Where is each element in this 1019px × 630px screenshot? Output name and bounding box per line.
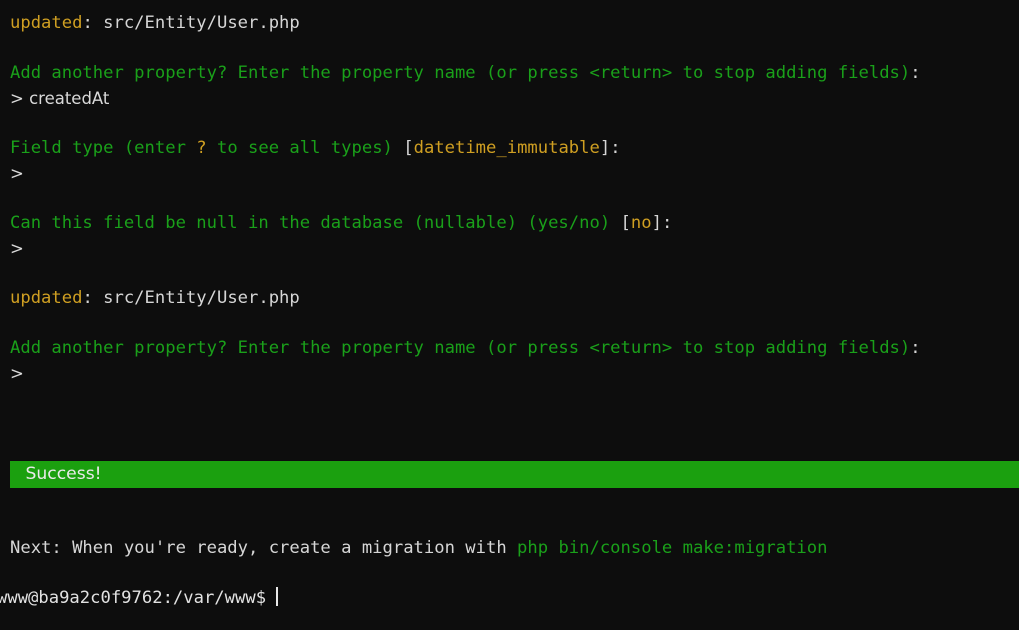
- question-text: Add another property? Enter the property…: [10, 63, 911, 83]
- updated-file-path: src/Entity/User.php: [103, 13, 300, 33]
- shell-prompt-text: www@ba9a2c0f9762:/var/www$: [0, 588, 267, 608]
- question-add-property-1: Add another property? Enter the property…: [0, 61, 1019, 86]
- text-cursor: [276, 587, 279, 606]
- nullable-question-text: Can this field be null in the database (…: [10, 213, 621, 233]
- nullable-bracket-close: ]:: [651, 213, 673, 233]
- field-type-question-prefix: Field type (enter: [10, 138, 197, 158]
- user-answer-2: >: [10, 164, 24, 183]
- next-step-line: Next: When you're ready, create a migrat…: [0, 536, 1019, 561]
- user-answer-4: >: [10, 364, 24, 383]
- field-type-bracket-open: [: [403, 138, 414, 158]
- updated-separator: :: [82, 288, 104, 308]
- updated-file-path: src/Entity/User.php: [103, 288, 300, 308]
- question-text: Add another property? Enter the property…: [10, 338, 911, 358]
- question-add-property-2: Add another property? Enter the property…: [0, 336, 1019, 361]
- question-nullable: Can this field be null in the database (…: [0, 211, 1019, 236]
- next-step-command: php bin/console make:migration: [517, 538, 828, 558]
- terminal-window[interactable]: updated: src/Entity/User.php Add another…: [0, 0, 1019, 630]
- field-type-help-token: ?: [196, 138, 207, 158]
- next-step-text: Next: When you're ready, create a migrat…: [10, 538, 518, 558]
- user-answer-3: >: [10, 239, 24, 258]
- question-colon: :: [910, 338, 921, 358]
- nullable-bracket-open: [: [620, 213, 631, 233]
- question-colon: :: [910, 63, 921, 83]
- success-banner: Success!: [10, 461, 1019, 488]
- shell-prompt-line[interactable]: www@ba9a2c0f9762:/var/www$: [0, 586, 279, 611]
- updated-separator: :: [82, 13, 104, 33]
- output-line-updated-1: updated: src/Entity/User.php: [0, 11, 1019, 36]
- updated-label: updated: [10, 288, 83, 308]
- nullable-default-value: no: [630, 213, 652, 233]
- output-line-updated-2: updated: src/Entity/User.php: [0, 286, 1019, 311]
- field-type-question-suffix: to see all types): [206, 138, 404, 158]
- user-answer-1: > createdAt: [10, 89, 110, 108]
- field-type-bracket-close: ]:: [599, 138, 621, 158]
- updated-label: updated: [10, 13, 83, 33]
- field-type-default-value: datetime_immutable: [413, 138, 600, 158]
- question-field-type: Field type (enter ? to see all types) [d…: [0, 136, 1019, 161]
